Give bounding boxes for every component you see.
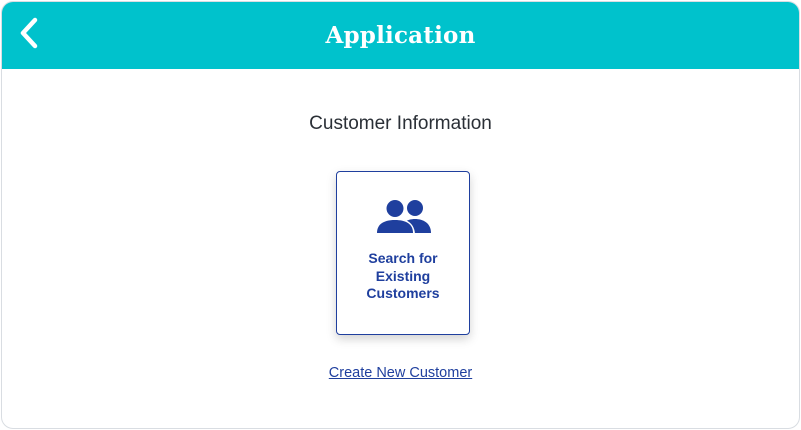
- chevron-left-icon: [18, 17, 40, 54]
- app-header: Application: [2, 2, 799, 69]
- people-icon: [375, 198, 433, 238]
- section-heading: Customer Information: [309, 113, 492, 134]
- search-existing-customers-label: Search for Existing Customers: [366, 250, 440, 301]
- search-existing-customers-card[interactable]: Search for Existing Customers: [336, 171, 470, 335]
- page-title: Application: [325, 22, 476, 49]
- create-link-row: Create New Customer: [2, 365, 799, 381]
- app-window: Application Customer Information Search …: [1, 1, 800, 429]
- create-new-customer-link[interactable]: Create New Customer: [329, 365, 472, 381]
- back-button[interactable]: [12, 16, 46, 54]
